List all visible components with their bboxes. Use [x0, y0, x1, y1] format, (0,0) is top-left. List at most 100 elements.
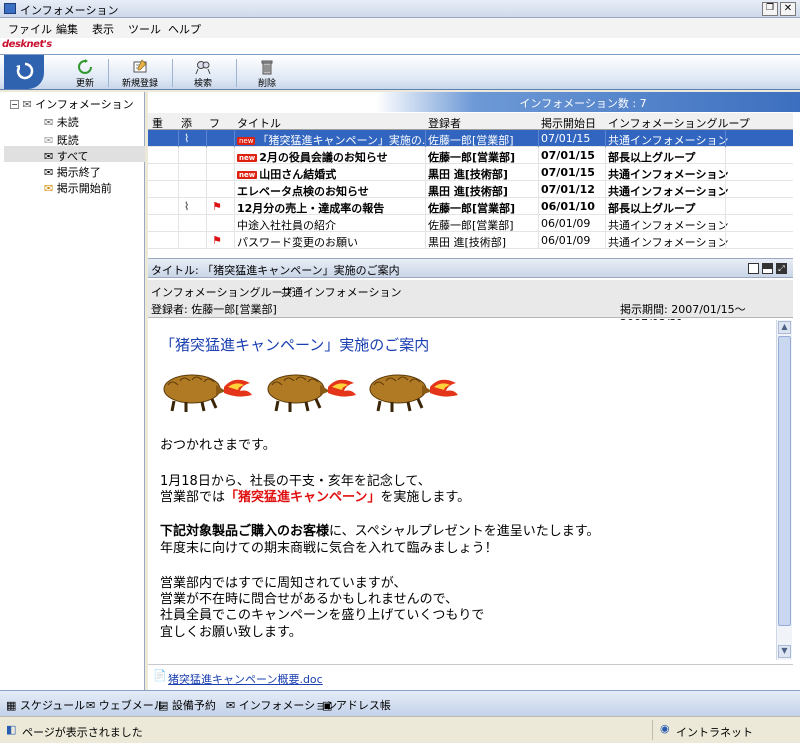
status-bar: ◧ ページが表示されました ◉ イントラネット	[0, 716, 800, 743]
row-date: 07/01/12	[541, 183, 595, 196]
col-author[interactable]: 登録者	[428, 115, 461, 131]
detail-meta: インフォメーショングループ: 共通インフォメーション 登録者: 佐藤一郎[営業部…	[148, 280, 793, 330]
refresh-button[interactable]: 更新	[60, 57, 110, 89]
table-row[interactable]: new 2月の役員会議のお知らせ 佐藤一郎[営業部] 07/01/15 部長以上グループ	[148, 147, 793, 164]
menu-view[interactable]: 表示	[92, 21, 114, 37]
row-author: 佐藤一郎[営業部]	[428, 219, 514, 232]
row-author: 黒田 進[技術部]	[428, 185, 508, 198]
column-separator	[538, 130, 539, 147]
menu-tools[interactable]: ツール	[128, 21, 161, 37]
column-separator	[234, 215, 235, 232]
row-author: 佐藤一郎[営業部]	[428, 202, 516, 215]
pane-normal-icon[interactable]	[748, 263, 759, 274]
column-separator	[178, 164, 179, 181]
toolbar-divider	[236, 59, 237, 87]
col-group[interactable]: インフォメーショングループ	[608, 115, 750, 131]
toolbar-divider	[172, 59, 173, 87]
col-flag[interactable]: フ	[209, 115, 220, 131]
nav-addressbook[interactable]: ▣ アドレス帳	[322, 697, 391, 713]
tree-root[interactable]: − ✉ インフォメーション	[10, 96, 134, 112]
nav-label: アドレス帳	[335, 699, 391, 712]
menu-bar: ファイル 編集 表示 ツール ヘルプ	[0, 18, 800, 38]
calendar-icon: ▦	[6, 699, 17, 712]
search-icon	[195, 61, 211, 75]
restore-button[interactable]: ❐	[762, 2, 778, 16]
author-label: 登録者: 佐藤一郎[営業部]	[151, 303, 277, 316]
row-group: 共通インフォメーション	[608, 168, 729, 181]
nav-schedule[interactable]: ▦ スケジュール	[6, 697, 85, 713]
table-row[interactable]: ⌇ ⚑ 12月分の売上・達成率の報告 佐藤一郎[営業部] 06/01/10 部長以上グルー…	[148, 198, 793, 215]
search-button[interactable]: 検索	[178, 57, 228, 89]
menu-help[interactable]: ヘルプ	[168, 21, 201, 37]
row-date: 06/01/09	[541, 234, 591, 247]
column-separator	[425, 147, 426, 164]
table-row[interactable]: ⌇ new 「猪突猛進キャンペーン」実施の... 佐藤一郎[営業部] 07/01/15 共…	[148, 130, 793, 147]
greeting: おつかれさまです。	[160, 438, 276, 453]
body-line-4: 年度末に向けての期末商戦に気合を入れて臨みましょう！	[160, 541, 498, 556]
scroll-down-icon[interactable]: ▼	[778, 645, 791, 658]
content-scrollbar[interactable]: ▲ ▼	[776, 320, 792, 660]
delete-button[interactable]: 削除	[242, 57, 292, 89]
info-icon: ✉	[22, 98, 32, 111]
row-title-cell: パスワード変更のお願い	[237, 234, 425, 250]
col-attach[interactable]: 添	[181, 115, 192, 131]
detail-title-bar: タイトル: 「猪突猛進キャンペーン」実施のご案内 ⤢	[148, 258, 793, 278]
col-priority[interactable]: 重	[152, 115, 163, 131]
tree-item-expired[interactable]: ✉ 掲示終了	[44, 164, 101, 180]
tree-item-unread[interactable]: ✉ 未読	[44, 114, 79, 130]
close-button[interactable]: ✕	[780, 2, 796, 16]
column-separator	[234, 130, 235, 147]
scroll-up-icon[interactable]: ▲	[778, 321, 791, 334]
row-title: 2月の役員会議のお知らせ	[259, 151, 388, 164]
page-icon: ◧	[6, 723, 17, 736]
menu-edit[interactable]: 編集	[56, 21, 78, 37]
row-date: 06/01/10	[541, 200, 595, 213]
col-title[interactable]: タイトル	[237, 115, 281, 131]
group-label: インフォメーショングループ:	[151, 286, 297, 299]
column-separator	[234, 232, 235, 249]
menu-file[interactable]: ファイル	[8, 21, 52, 37]
tree-item-label: 掲示終了	[56, 166, 101, 179]
refresh-icon	[78, 59, 92, 74]
pane-maximize-icon[interactable]: ⤢	[776, 263, 787, 274]
column-separator	[725, 130, 726, 147]
nav-label: スケジュール	[19, 699, 86, 712]
collapse-icon[interactable]: −	[10, 100, 19, 109]
nav-label: ウェブメール	[98, 699, 165, 712]
addressbook-icon: ▣	[322, 699, 333, 712]
info-count: インフォメーション数 : 7	[519, 97, 647, 110]
column-separator	[538, 198, 539, 215]
new-badge: new	[237, 171, 258, 179]
row-title-cell: new 「猪突猛進キャンペーン」実施の...	[237, 132, 425, 148]
new-badge: new	[237, 137, 256, 145]
table-row[interactable]: ⚑ パスワード変更のお願い 黒田 進[技術部] 06/01/09 共通インフォメーション	[148, 232, 793, 249]
new-entry-button[interactable]: 新規登録	[112, 57, 168, 89]
home-refresh-button[interactable]	[4, 55, 44, 89]
column-separator	[178, 181, 179, 198]
nav-facility[interactable]: ▤ 設備予約	[158, 697, 216, 713]
scroll-thumb[interactable]	[778, 336, 791, 626]
row-title: 12月分の売上・達成率の報告	[237, 202, 385, 215]
tree-item-upcoming[interactable]: ✉ 掲示開始前	[44, 180, 112, 196]
group-value: 共通インフォメーション	[281, 286, 402, 299]
table-row[interactable]: new 山田さん結婚式 黒田 進[技術部] 07/01/15 共通インフォメーション	[148, 164, 793, 181]
tree-item-label: 未読	[56, 116, 79, 129]
table-row[interactable]: エレベータ点検のお知らせ 黒田 進[技術部] 07/01/12 共通インフォメーション	[148, 181, 793, 198]
pane-split-icon[interactable]	[762, 263, 773, 274]
nav-information[interactable]: ✉ インフォメーション	[226, 697, 337, 713]
message-heading: 「猪突猛進キャンペーン」実施のご案内	[160, 336, 430, 354]
expired-icon: ✉	[44, 166, 54, 179]
row-group: 共通インフォメーション	[608, 219, 729, 232]
col-start-date[interactable]: 掲示開始日	[541, 115, 596, 131]
attachment-link[interactable]: 猪突猛進キャンペーン概要.doc	[168, 671, 323, 687]
boar-image	[163, 374, 252, 412]
nav-webmail[interactable]: ✉ ウェブメール	[86, 697, 165, 713]
delete-label: 削除	[257, 79, 276, 89]
tree-item-all[interactable]: ✉ すべて	[44, 148, 89, 164]
column-separator	[206, 198, 207, 215]
zone-label: イントラネット	[676, 726, 753, 739]
new-entry-label: 新規登録	[121, 79, 158, 89]
body-line-2-pre: 営業部では	[160, 490, 226, 505]
table-row[interactable]: 中途入社社員の紹介 佐藤一郎[営業部] 06/01/09 共通インフォメーション	[148, 215, 793, 232]
column-separator	[538, 181, 539, 198]
